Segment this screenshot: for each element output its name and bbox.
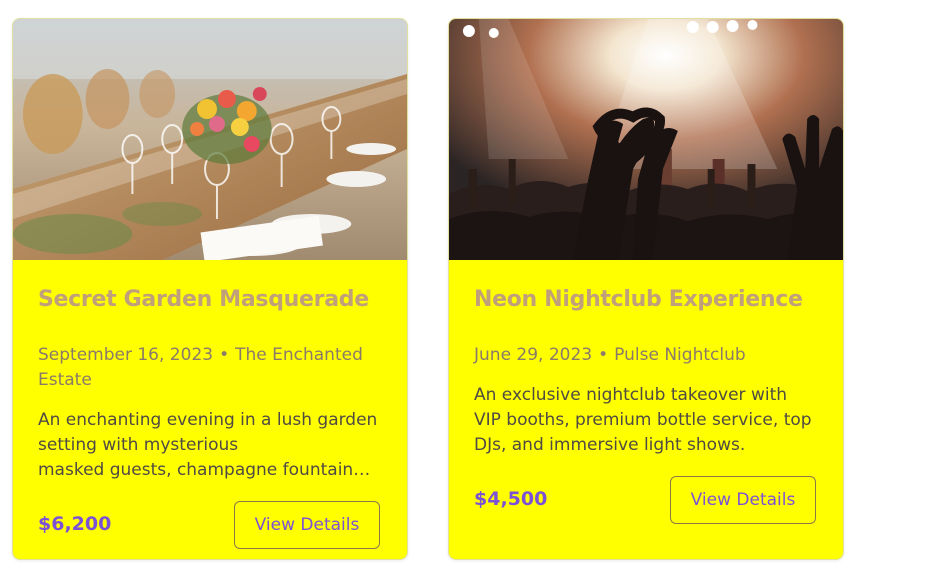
view-details-button[interactable]: View Details xyxy=(234,501,380,549)
event-venue: Pulse Nightclub xyxy=(614,345,746,365)
event-meta: September 16, 2023 • The Enchanted Estate xyxy=(38,343,368,393)
event-description-main: An enchanting evening in a lush garden s… xyxy=(38,410,378,455)
event-title: Neon Nightclub Experience xyxy=(474,287,803,312)
event-price: $4,500 xyxy=(474,488,548,510)
event-description: An enchanting evening in a lush garden s… xyxy=(38,408,383,483)
event-date: June 29, 2023 xyxy=(474,345,593,365)
view-details-button[interactable]: View Details xyxy=(670,476,816,524)
event-date: September 16, 2023 xyxy=(38,345,214,365)
banquet-table-photo xyxy=(13,19,407,260)
event-price: $6,200 xyxy=(38,513,112,535)
meta-separator: • xyxy=(598,345,609,365)
event-description-clip: masked guests, champagne fountain… xyxy=(38,460,371,480)
event-photo xyxy=(13,19,407,260)
event-meta: June 29, 2023 • Pulse Nightclub xyxy=(474,343,804,368)
event-title: Secret Garden Masquerade xyxy=(38,287,369,312)
concert-crowd-photo xyxy=(449,19,843,260)
event-card: Secret Garden Masquerade September 16, 2… xyxy=(12,18,408,560)
event-description: An exclusive nightclub takeover with VIP… xyxy=(474,385,812,455)
meta-separator: • xyxy=(219,345,230,365)
event-card: Neon Nightclub Experience June 29, 2023 •… xyxy=(448,18,844,560)
event-photo xyxy=(449,19,843,260)
